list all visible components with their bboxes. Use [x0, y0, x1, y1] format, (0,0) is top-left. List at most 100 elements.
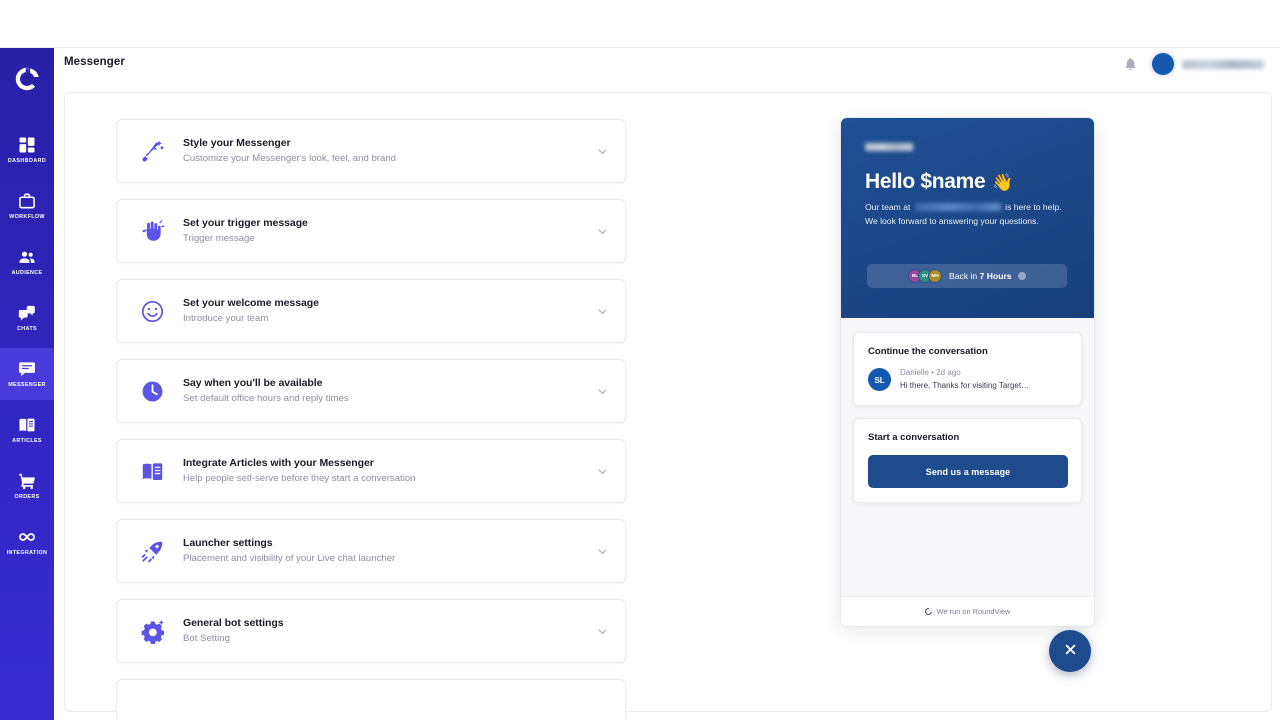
open-book-icon [135, 454, 169, 488]
clock-icon [135, 374, 169, 408]
sidebar-item-chats[interactable]: CHATS [0, 292, 54, 344]
dashboard-grid-icon [17, 135, 37, 155]
user-menu[interactable] [1152, 53, 1264, 75]
settings-item-style-your-messenger[interactable]: Style your Messenger Customize your Mess… [116, 119, 626, 183]
people-icon [17, 247, 37, 267]
availability-value: 7 Hours [979, 271, 1012, 281]
continue-conversation-card[interactable]: Continue the conversation SL Danielle • … [853, 332, 1082, 406]
sidebar-item-label: INTEGRATION [6, 550, 48, 557]
shopping-cart-icon [17, 471, 37, 491]
settings-item-text: Integrate Articles with your Messenger H… [183, 456, 588, 486]
infinity-icon [17, 527, 37, 547]
roundview-circle-logo[interactable] [0, 56, 54, 102]
conversation-snippet: Hi there, Thanks for visiting Target… [900, 380, 1030, 390]
topbar-actions [1123, 53, 1264, 75]
messenger-brand-name [865, 143, 913, 151]
settings-item-subtitle: Trigger message [183, 233, 255, 245]
settings-item-text: Set your trigger message Trigger message [183, 216, 588, 246]
settings-item-subtitle: Introduce your team [183, 313, 269, 325]
settings-item-subtitle: Customize your Messenger's look, feel, a… [183, 153, 397, 165]
briefcase-icon [17, 191, 37, 211]
settings-item-title: Integrate Articles with your Messenger [183, 456, 374, 469]
chevron-down-icon[interactable] [596, 145, 609, 158]
settings-item-general-bot-settings[interactable]: General bot settings Bot Setting [116, 599, 626, 663]
chat-bubbles-icon [17, 303, 37, 323]
avatar [1152, 53, 1174, 75]
sidebar-item-articles[interactable]: ARTICLES [0, 404, 54, 456]
chevron-down-icon[interactable] [596, 225, 609, 238]
settings-item-subtitle: Set default office hours and reply times [183, 393, 349, 405]
sidebar-item-workflow[interactable]: WORKFLOW [0, 180, 54, 232]
sidebar-item-orders[interactable]: ORDERS [0, 460, 54, 512]
chevron-down-icon[interactable] [596, 545, 609, 558]
availability-pill: BL SV MH Back in 7 Hours [867, 264, 1067, 288]
roundview-mark-icon [923, 606, 934, 617]
sidebar-item-dashboard[interactable]: DASHBOARD [0, 124, 54, 176]
settings-item-title: Launcher settings [183, 536, 273, 549]
chevron-down-icon[interactable] [596, 305, 609, 318]
waving-hand-emoji-icon: 👋 [992, 172, 1014, 192]
smiley-face-icon [135, 294, 169, 328]
chevron-down-icon[interactable] [596, 625, 609, 638]
settings-item-next[interactable] [116, 679, 626, 720]
gear-sparkle-icon [135, 614, 169, 648]
settings-item-title: Set your trigger message [183, 216, 308, 229]
clock-icon [1017, 272, 1026, 280]
messenger-intro-before: Our team at [865, 202, 911, 212]
messenger-preview: Hello $name 👋 Our team at is here to hel… [840, 117, 1095, 627]
sidebar-item-messenger[interactable]: MESSENGER [0, 348, 54, 400]
open-book-icon [17, 415, 37, 435]
settings-item-integrate-articles-with-your-messenger[interactable]: Integrate Articles with your Messenger H… [116, 439, 626, 503]
settings-item-subtitle: Placement and visibility of your Live ch… [183, 553, 396, 565]
settings-item-say-when-youll-be-available[interactable]: Say when you'll be available Set default… [116, 359, 626, 423]
messenger-greeting-text: Hello $name [865, 170, 986, 193]
start-conversation-card: Start a conversation Send us a message [853, 418, 1082, 503]
sidebar-item-label: ORDERS [14, 494, 40, 501]
sidebar-item-label: MESSENGER [8, 382, 46, 389]
settings-item-set-your-welcome-message[interactable]: Set your welcome message Introduce your … [116, 279, 626, 343]
message-square-icon [17, 359, 37, 379]
notification-bell-icon[interactable] [1123, 56, 1138, 72]
settings-item-title: Set your welcome message [183, 296, 319, 309]
settings-item-title: Style your Messenger [183, 136, 291, 149]
chevron-down-icon[interactable] [596, 385, 609, 398]
settings-item-subtitle: Bot Setting [183, 633, 230, 645]
rocket-icon [135, 534, 169, 568]
messenger-intro: Our team at is here to help. We look for… [865, 201, 1065, 229]
availability-prefix: Back in [949, 271, 978, 281]
conversation-row[interactable]: SL Danielle • 2d ago Hi there, Thanks fo… [868, 368, 1068, 391]
settings-item-launcher-settings[interactable]: Launcher settings Placement and visibili… [116, 519, 626, 583]
messenger-company-name [914, 203, 1001, 211]
settings-item-title: Say when you'll be available [183, 376, 323, 389]
settings-item-text: General bot settings Bot Setting [183, 616, 588, 646]
teammate-avatar: MH [928, 269, 943, 283]
user-name [1182, 59, 1264, 69]
page-title: Messenger [64, 56, 125, 68]
conversation-text: Danielle • 2d ago Hi there, Thanks for v… [900, 368, 1029, 391]
sidebar: DASHBOARD WORKFLOW AUDIENCE CHATS MESSEN… [0, 48, 54, 720]
send-us-a-message-button[interactable]: Send us a message [868, 455, 1068, 488]
messenger-preview-footer: We run on RoundView [841, 596, 1094, 626]
settings-item-set-your-trigger-message[interactable]: Set your trigger message Trigger message [116, 199, 626, 263]
waving-hand-icon [135, 214, 169, 248]
sidebar-item-audience[interactable]: AUDIENCE [0, 236, 54, 288]
sidebar-item-label: AUDIENCE [11, 270, 43, 277]
conversation-avatar: SL [868, 368, 891, 391]
sidebar-item-label: DASHBOARD [7, 158, 47, 165]
messenger-footer-text: We run on RoundView [936, 607, 1011, 616]
settings-item-text: Say when you'll be available Set default… [183, 376, 588, 406]
sidebar-item-integration[interactable]: INTEGRATION [0, 516, 54, 568]
conversation-meta: Danielle • 2d ago [900, 368, 1029, 379]
chevron-down-icon[interactable] [596, 465, 609, 478]
settings-item-text: Style your Messenger Customize your Mess… [183, 136, 588, 166]
app-root: Messenger DASHBOARD WORKFLOW AUDIENCE CH… [0, 0, 1280, 720]
messenger-settings-list: Style your Messenger Customize your Mess… [116, 119, 626, 720]
sidebar-item-label: CHATS [17, 326, 37, 333]
top-bar [0, 0, 1280, 48]
messenger-launcher-close-button[interactable] [1049, 630, 1091, 672]
close-x-icon [1062, 641, 1079, 661]
settings-item-text: Set your welcome message Introduce your … [183, 296, 588, 326]
conversation-separator: • [931, 368, 934, 377]
conversation-time: 2d ago [936, 368, 961, 377]
teammate-avatar-stack: BL SV MH [908, 269, 943, 283]
